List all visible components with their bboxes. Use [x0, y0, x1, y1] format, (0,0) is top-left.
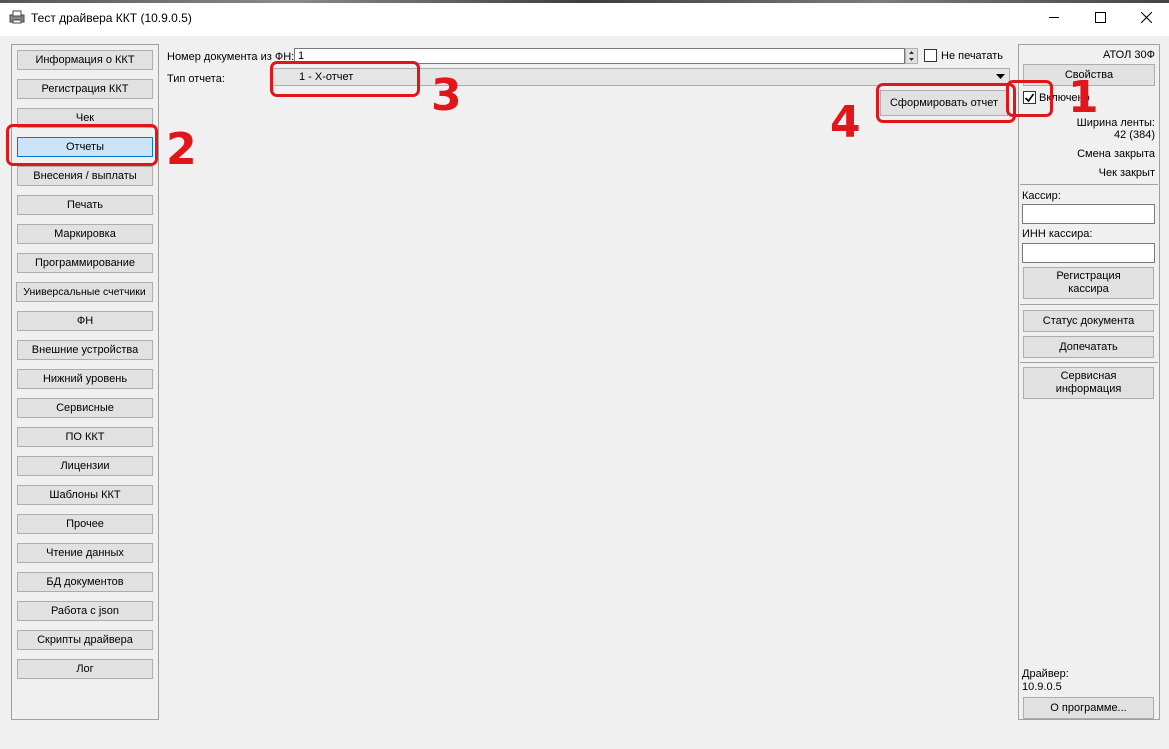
nav-item[interactable]: Сервисные — [17, 398, 153, 418]
nav-item[interactable]: Прочее — [17, 514, 153, 534]
cashier-inn-input[interactable] — [1022, 243, 1155, 263]
annotation-number-2: 2 — [166, 124, 197, 175]
report-type-label: Тип отчета: — [167, 73, 225, 85]
nav-item[interactable]: Шаблоны ККТ — [17, 485, 153, 505]
register-cashier-label-1: Регистрация — [1056, 270, 1121, 282]
nav-item[interactable]: ПО ККТ — [17, 427, 153, 447]
spinner-arrows-icon — [909, 51, 914, 61]
printer-app-icon — [9, 10, 25, 24]
tape-width-value: 42 (384) — [1114, 129, 1155, 141]
no-print-checkbox[interactable] — [924, 49, 937, 62]
service-info-button[interactable]: Сервисная информация — [1023, 367, 1154, 399]
nav-item[interactable]: Лог — [17, 659, 153, 679]
nav-item[interactable]: Маркировка — [17, 224, 153, 244]
window-title: Тест драйвера ККТ (10.9.0.5) — [31, 11, 192, 25]
divider — [1020, 304, 1158, 305]
cashier-input[interactable] — [1022, 204, 1155, 224]
nav-item[interactable]: Универсальные счетчики — [16, 282, 153, 302]
close-button[interactable] — [1123, 0, 1169, 34]
nav-item[interactable]: Лицензии — [17, 456, 153, 476]
close-icon — [1140, 11, 1152, 23]
nav-item[interactable]: Информация о ККТ — [17, 50, 153, 70]
nav-item[interactable]: Внесения / выплаты — [17, 166, 153, 186]
device-name: АТОЛ 30Ф — [1102, 49, 1155, 61]
reprint-button[interactable]: Допечатать — [1023, 336, 1154, 358]
receipt-status: Чек закрыт — [1098, 167, 1155, 179]
annotation-box-4 — [876, 83, 1016, 123]
divider — [1020, 362, 1158, 363]
nav-item[interactable]: Чтение данных — [17, 543, 153, 563]
cashier-inn-label: ИНН кассира: — [1022, 228, 1093, 240]
annotation-box-3 — [270, 61, 420, 97]
register-cashier-button[interactable]: Регистрация кассира — [1023, 267, 1154, 299]
annotation-number-1: 1 — [1068, 72, 1099, 123]
nav-item[interactable]: Нижний уровень — [17, 369, 153, 389]
nav-item[interactable]: БД документов — [17, 572, 153, 592]
cashier-label: Кассир: — [1022, 190, 1061, 202]
doc-number-spinner[interactable] — [905, 48, 918, 64]
nav-item[interactable]: Работа с json — [17, 601, 153, 621]
no-print-label: Не печатать — [941, 50, 1003, 62]
minimize-button[interactable] — [1031, 0, 1077, 34]
driver-label: Драйвер: — [1022, 668, 1069, 680]
about-button[interactable]: О программе... — [1023, 697, 1154, 719]
maximize-icon — [1094, 11, 1106, 23]
nav-item[interactable]: ФН — [17, 311, 153, 331]
shift-status: Смена закрыта — [1077, 148, 1155, 160]
nav-item[interactable]: Программирование — [17, 253, 153, 273]
chevron-down-icon — [996, 74, 1005, 79]
background-strip — [0, 0, 1169, 3]
service-info-label-1: Сервисная — [1060, 370, 1117, 382]
title-bar: Тест драйвера ККТ (10.9.0.5) — [0, 0, 1169, 36]
annotation-box-2 — [6, 124, 158, 166]
annotation-number-3: 3 — [431, 70, 462, 121]
service-info-label-2: информация — [1055, 383, 1122, 395]
nav-item[interactable]: Регистрация ККТ — [17, 79, 153, 99]
maximize-button[interactable] — [1077, 0, 1123, 34]
nav-item[interactable]: Внешние устройства — [17, 340, 153, 360]
driver-version: 10.9.0.5 — [1022, 681, 1062, 693]
nav-item[interactable]: Скрипты драйвера — [17, 630, 153, 650]
annotation-number-4: 4 — [830, 97, 861, 148]
nav-item[interactable]: Печать — [17, 195, 153, 215]
divider — [1020, 184, 1158, 185]
register-cashier-label-2: кассира — [1068, 283, 1109, 295]
doc-status-button[interactable]: Статус документа — [1023, 310, 1154, 332]
minimize-icon — [1048, 16, 1059, 18]
